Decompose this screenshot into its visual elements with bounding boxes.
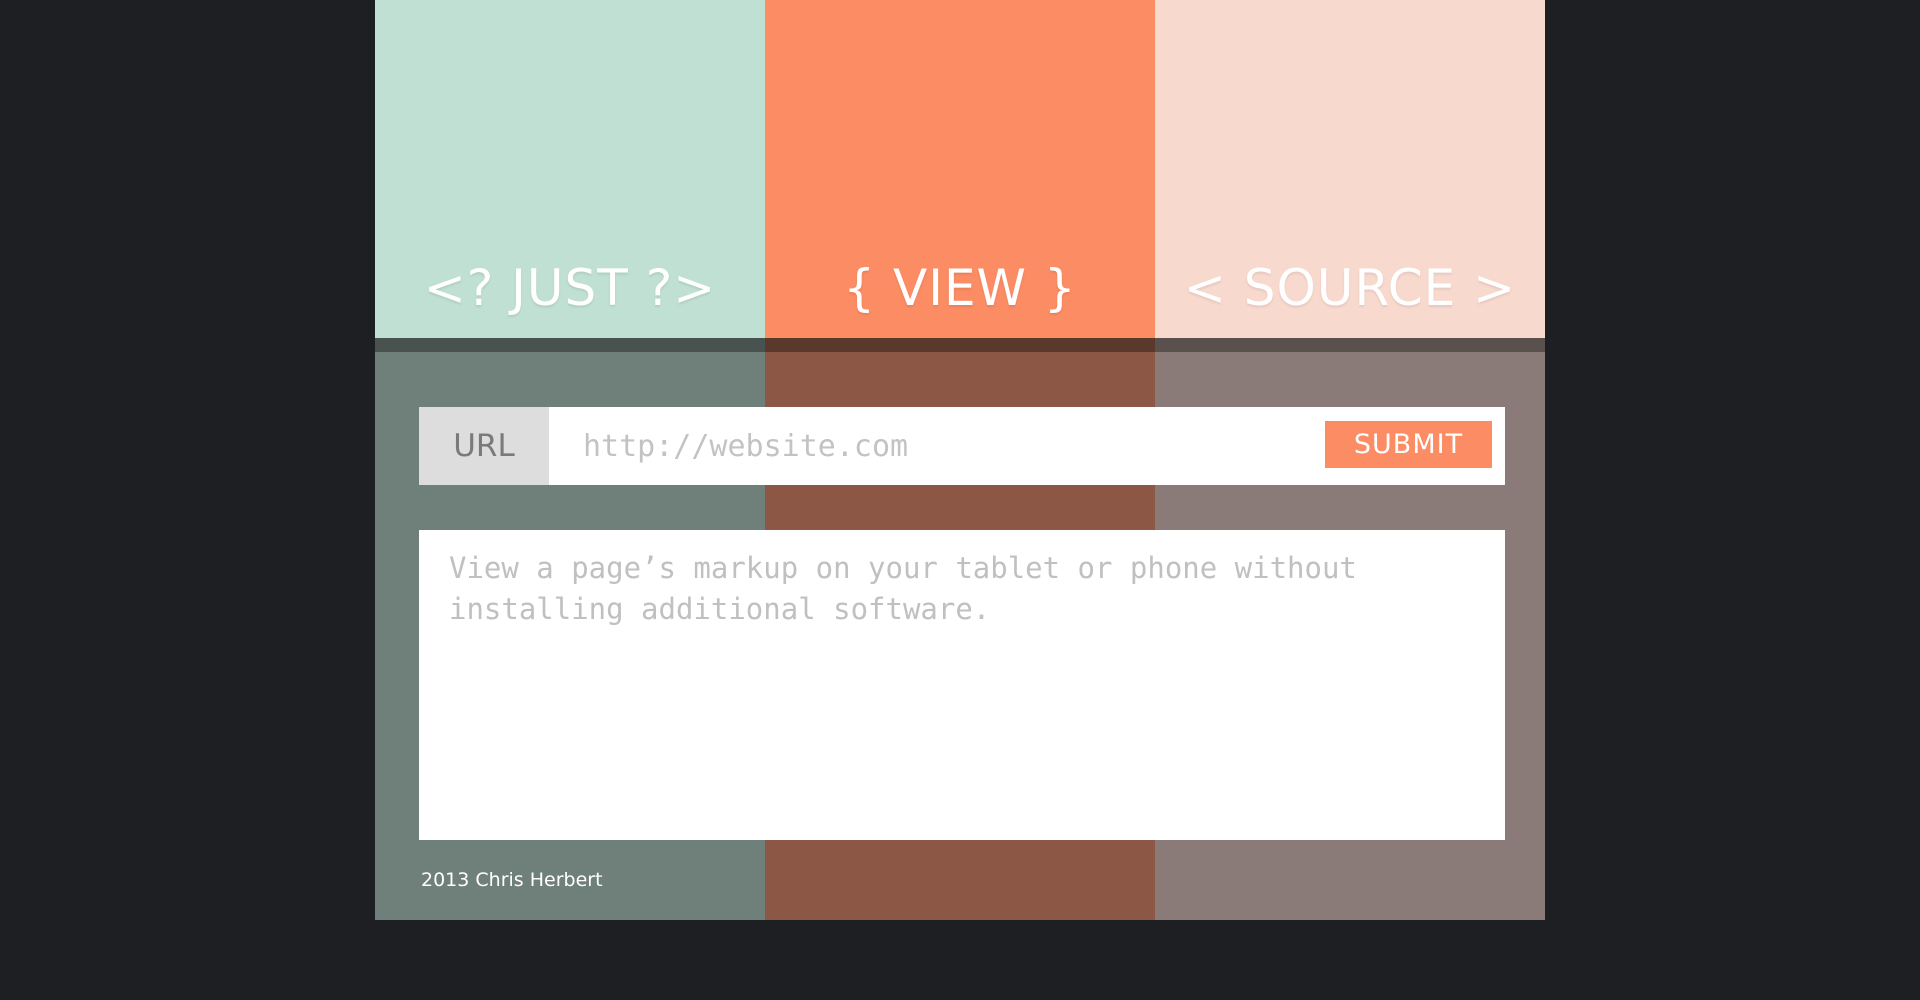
markup-output-area[interactable]: View a page’s markup on your tablet or p… — [419, 530, 1505, 840]
markup-placeholder-text: View a page’s markup on your tablet or p… — [449, 551, 1357, 626]
url-input[interactable] — [549, 407, 1339, 485]
url-label: URL — [419, 407, 549, 485]
title-word-just: <? JUST ?> — [423, 259, 717, 317]
footer-credit: 2013 Chris Herbert — [421, 869, 603, 891]
title-word-view: { VIEW } — [843, 259, 1077, 317]
title-word-source: < SOURCE > — [1183, 259, 1517, 317]
submit-button[interactable]: SUBMIT — [1325, 421, 1492, 468]
app-container: <? JUST ?> { VIEW } < SOURCE > URL SUBMI… — [375, 0, 1545, 920]
url-form: URL SUBMIT — [419, 407, 1505, 485]
header-divider-band — [375, 338, 1545, 352]
